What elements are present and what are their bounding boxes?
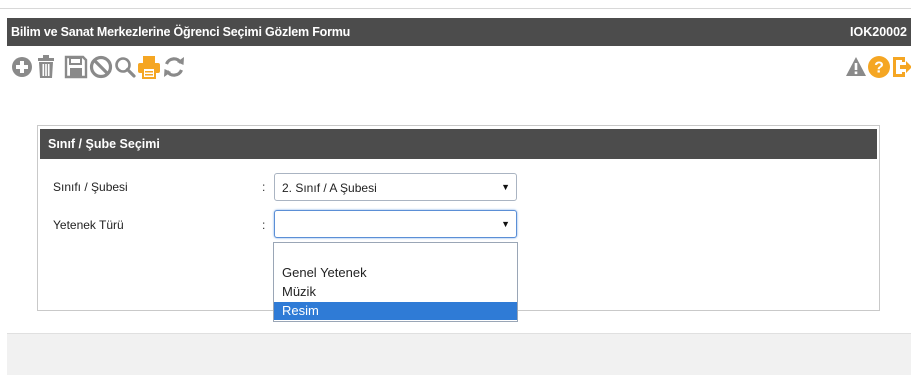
cancel-icon[interactable] bbox=[88, 52, 114, 82]
class-select[interactable]: 2. Sınıf / A Şubesi ▼ bbox=[274, 173, 517, 201]
form-code: IOK20002 bbox=[850, 25, 907, 39]
toolbar: ? bbox=[7, 52, 911, 86]
refresh-icon[interactable] bbox=[161, 52, 187, 82]
footer-bar bbox=[7, 333, 911, 375]
dropdown-option-empty[interactable] bbox=[274, 245, 517, 263]
panel-header: Sınıf / Şube Seçimi bbox=[40, 129, 877, 159]
window-title: Bilim ve Sanat Merkezlerine Öğrenci Seçi… bbox=[11, 25, 351, 39]
top-border bbox=[0, 0, 911, 9]
svg-text:?: ? bbox=[874, 60, 884, 77]
class-select-value: 2. Sınıf / A Şubesi bbox=[282, 181, 377, 195]
panel-title: Sınıf / Şube Seçimi bbox=[48, 137, 160, 151]
dropdown-option-music[interactable]: Müzik bbox=[274, 283, 517, 301]
search-icon[interactable] bbox=[112, 52, 138, 82]
save-icon[interactable] bbox=[63, 52, 89, 82]
exit-icon[interactable] bbox=[889, 52, 911, 82]
talent-label: Yetenek Türü bbox=[53, 218, 124, 232]
print-icon[interactable] bbox=[136, 52, 162, 82]
dropdown-option-general[interactable]: Genel Yetenek bbox=[274, 264, 517, 282]
dropdown-option-art[interactable]: Resim bbox=[274, 302, 517, 320]
talent-dropdown-list: Genel Yetenek Müzik Resim bbox=[273, 242, 518, 322]
talent-select[interactable]: ▼ bbox=[274, 210, 517, 238]
talent-colon: : bbox=[262, 218, 266, 232]
chevron-down-icon: ▼ bbox=[501, 182, 510, 192]
delete-icon[interactable] bbox=[33, 52, 59, 82]
chevron-down-icon: ▼ bbox=[501, 219, 510, 229]
add-icon[interactable] bbox=[9, 52, 35, 82]
class-colon: : bbox=[262, 180, 266, 194]
window-titlebar: Bilim ve Sanat Merkezlerine Öğrenci Seçi… bbox=[7, 18, 911, 46]
class-label: Sınıfı / Şubesi bbox=[53, 180, 128, 194]
